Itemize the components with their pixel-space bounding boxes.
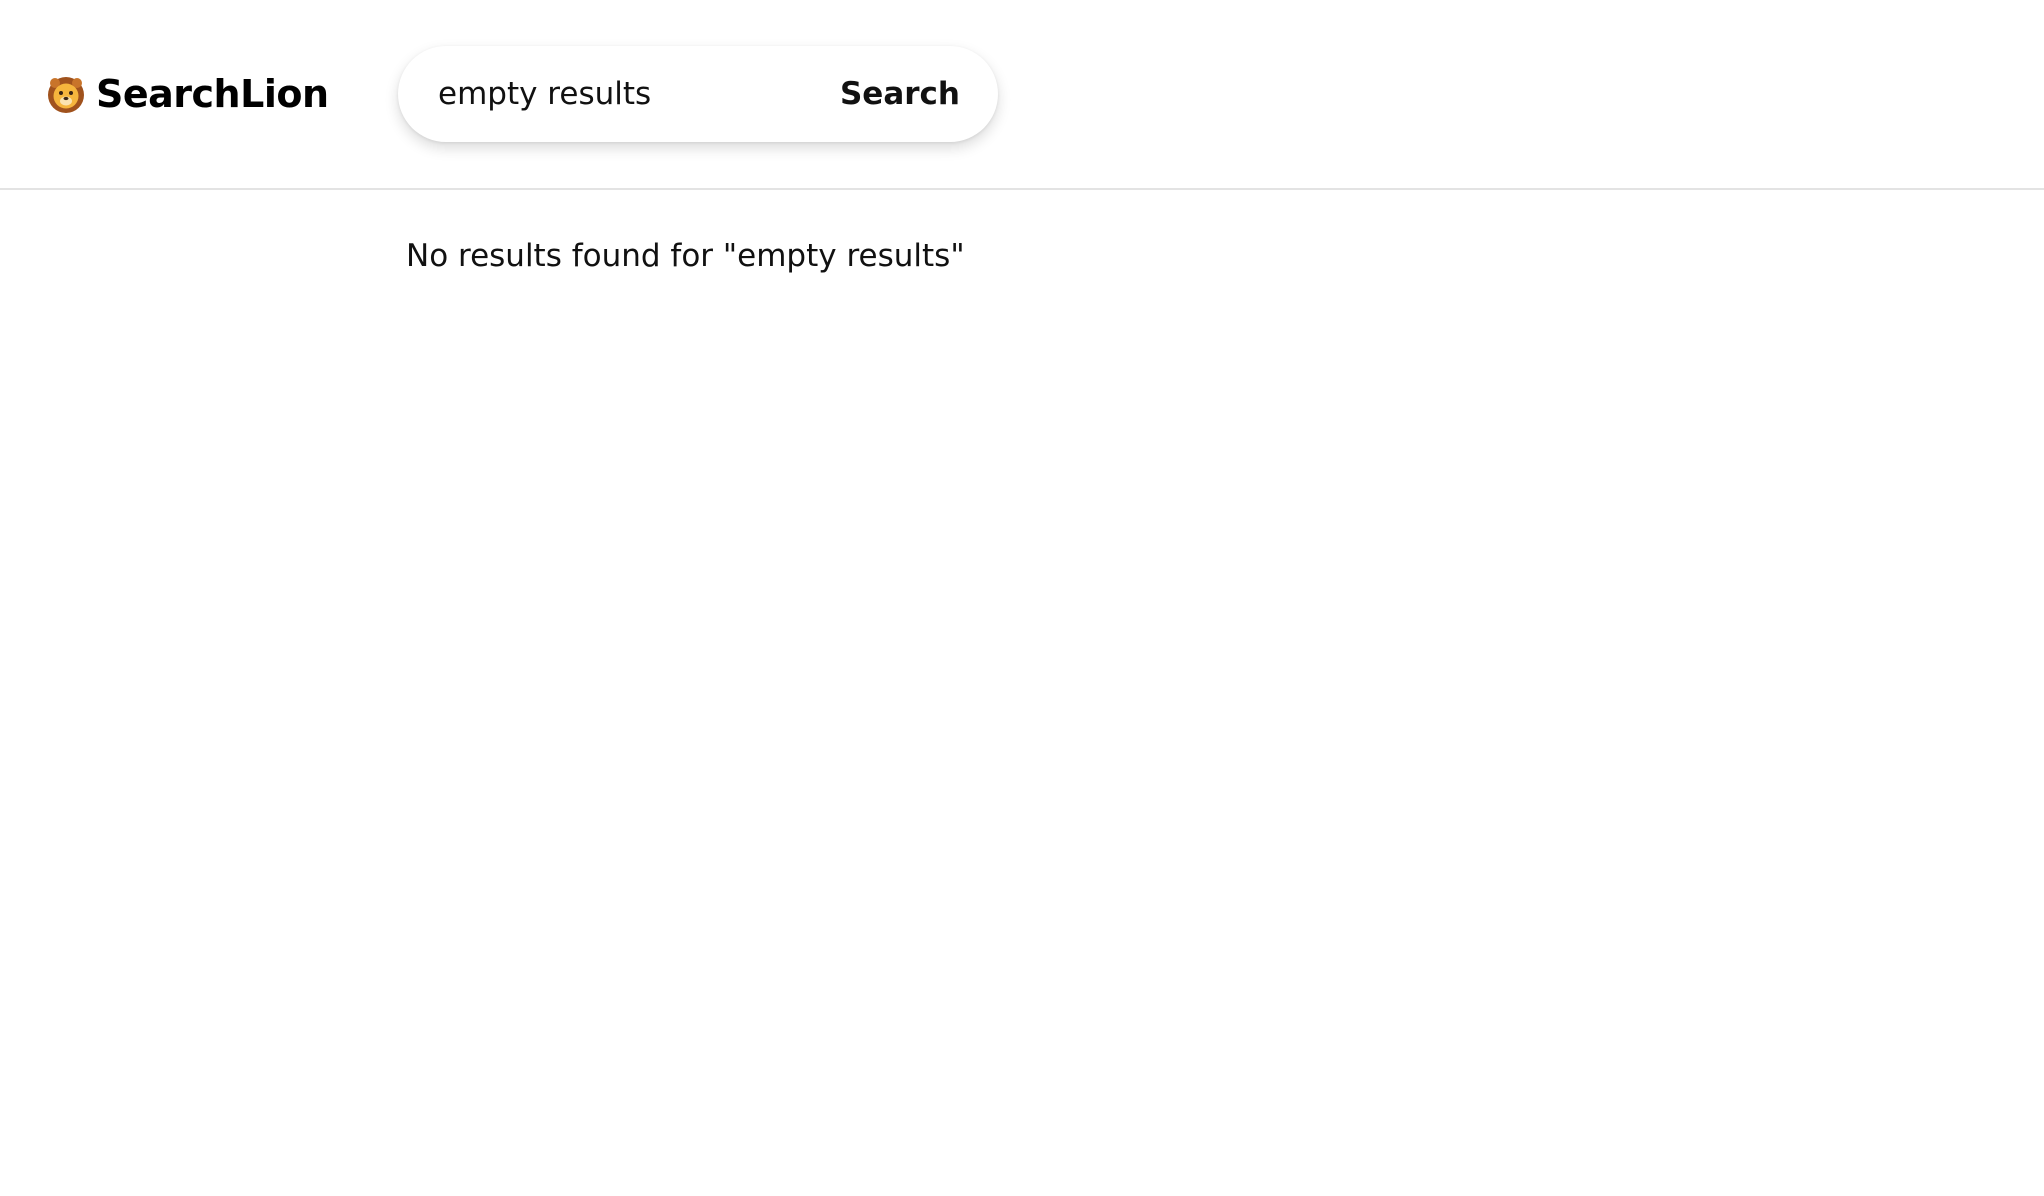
logo[interactable]: SearchLion [46, 68, 329, 120]
lion-icon [46, 74, 86, 114]
no-results-message: No results found for "empty results" [406, 238, 965, 274]
search-input[interactable] [438, 69, 798, 119]
logo-text: SearchLion [96, 72, 329, 116]
results-area: No results found for "empty results" [406, 238, 965, 274]
header: SearchLion Search [0, 0, 2044, 190]
search-button[interactable]: Search [840, 70, 960, 118]
search-box: Search [398, 46, 998, 142]
